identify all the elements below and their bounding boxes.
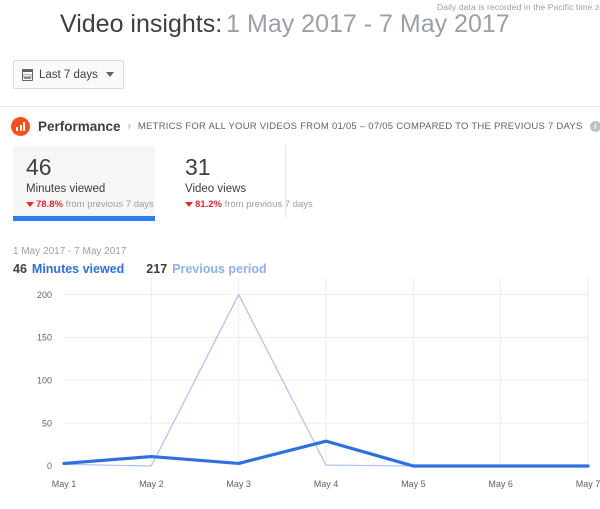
card-spacer bbox=[155, 146, 172, 218]
breadcrumb-separator-icon: › bbox=[127, 121, 131, 132]
y-axis-tick-label: 0 bbox=[47, 461, 52, 471]
calendar-icon bbox=[21, 69, 34, 81]
metric-value: 46 bbox=[26, 154, 52, 180]
chart-canvas: 0 50 100 150 200 May 1 May 2 May 3 May 4 May 5 May… bbox=[37, 278, 600, 489]
y-axis-tick-label: 200 bbox=[37, 290, 52, 300]
metric-label: Minutes viewed bbox=[26, 183, 106, 195]
x-axis-tick-label: May 2 bbox=[139, 479, 164, 489]
chevron-down-icon bbox=[105, 72, 114, 77]
metric-delta-percent: 78.8% bbox=[36, 199, 63, 210]
legend-name-secondary[interactable]: Previous period bbox=[172, 262, 266, 276]
page-title: Video insights: 1 May 2017 - 7 May 2017 bbox=[60, 10, 510, 39]
performance-title: Performance bbox=[38, 119, 121, 134]
legend-value-primary: 46 bbox=[13, 262, 27, 276]
metric-delta: 81.2% from previous 7 days bbox=[185, 199, 313, 210]
header-divider bbox=[0, 106, 600, 107]
chart-legend: 1 May 2017 - 7 May 2017 46 Minutes viewe… bbox=[13, 246, 267, 276]
date-range-picker-label: Last 7 days bbox=[39, 68, 98, 81]
metric-card-video-views[interactable]: 31 Video views 81.2% from previous 7 day… bbox=[172, 146, 314, 218]
x-axis-tick-label: May 5 bbox=[401, 479, 426, 489]
metric-cards: 46 Minutes viewed 78.8% from previous 7 … bbox=[13, 146, 314, 221]
chart-legend-series: 46 Minutes viewed 217 Previous period bbox=[13, 262, 267, 276]
y-axis-tick-label: 150 bbox=[37, 333, 52, 343]
y-axis-tick-label: 50 bbox=[42, 418, 52, 428]
arrow-down-icon bbox=[26, 202, 34, 207]
metric-label: Video views bbox=[185, 183, 247, 195]
x-axis-tick-label: May 4 bbox=[314, 479, 339, 489]
metric-delta-percent: 81.2% bbox=[195, 199, 222, 210]
x-axis-tick-label: May 7 bbox=[576, 479, 600, 489]
metric-delta-suffix: from previous 7 days bbox=[224, 199, 313, 210]
metric-card-minutes-viewed[interactable]: 46 Minutes viewed 78.8% from previous 7 … bbox=[13, 146, 155, 221]
x-axis-tick-label: May 6 bbox=[488, 479, 513, 489]
x-axis-tick-label: May 3 bbox=[226, 479, 251, 489]
legend-value-secondary: 217 bbox=[146, 262, 168, 276]
performance-section-header: Performance › METRICS FOR ALL YOUR VIDEO… bbox=[11, 117, 600, 136]
bar-chart-badge-icon bbox=[11, 117, 30, 136]
page-title-date-range: 1 May 2017 - 7 May 2017 bbox=[226, 10, 510, 38]
metric-value: 31 bbox=[185, 154, 211, 180]
chart-legend-date-range: 1 May 2017 - 7 May 2017 bbox=[13, 246, 127, 257]
x-axis-tick-label: May 1 bbox=[52, 479, 77, 489]
card-divider bbox=[285, 146, 286, 218]
legend-name-primary[interactable]: Minutes viewed bbox=[32, 262, 124, 276]
performance-subtitle: METRICS FOR ALL YOUR VIDEOS FROM 01/05 –… bbox=[137, 121, 583, 132]
metric-delta-suffix: from previous 7 days bbox=[65, 199, 154, 210]
page-title-text: Video insights: bbox=[60, 10, 223, 38]
arrow-down-icon bbox=[185, 202, 193, 207]
info-icon[interactable]: i bbox=[589, 121, 600, 132]
metric-delta: 78.8% from previous 7 days bbox=[26, 199, 154, 210]
line-chart: 0 50 100 150 200 May 1 May 2 May 3 May 4 May 5 May… bbox=[0, 275, 600, 500]
date-range-picker[interactable]: Last 7 days bbox=[13, 60, 124, 89]
y-axis-tick-label: 100 bbox=[37, 375, 52, 385]
